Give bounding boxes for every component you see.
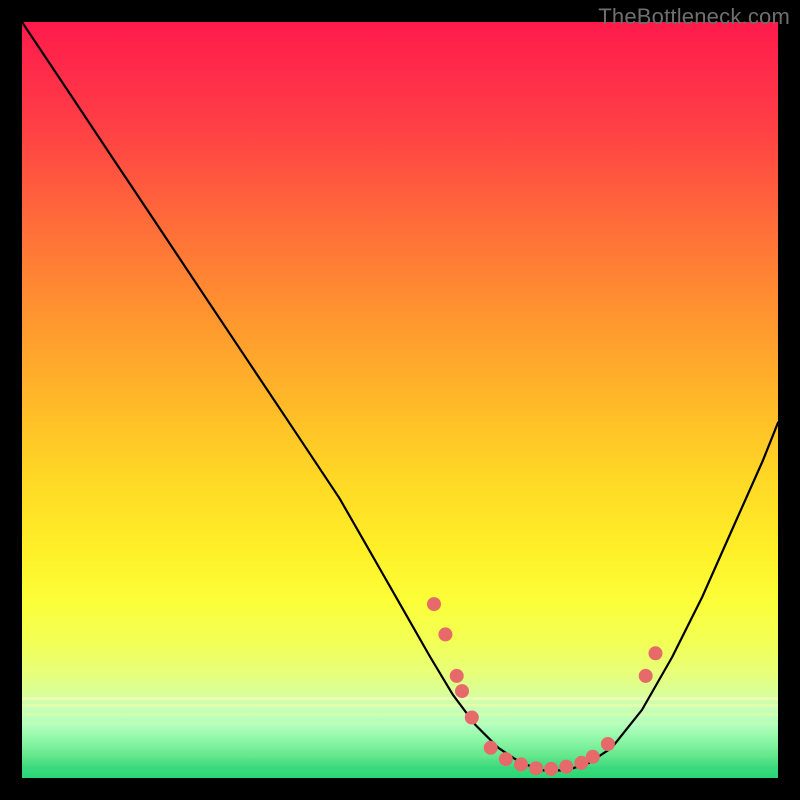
data-point: [455, 684, 469, 698]
data-point: [465, 711, 479, 725]
curve-layer: [22, 22, 778, 778]
data-point: [427, 597, 441, 611]
data-point: [450, 669, 464, 683]
data-point: [499, 752, 513, 766]
data-point: [514, 757, 528, 771]
data-point: [649, 646, 663, 660]
chart-stage: TheBottleneck.com: [0, 0, 800, 800]
data-point: [601, 737, 615, 751]
data-point: [484, 741, 498, 755]
data-point: [639, 669, 653, 683]
data-point: [529, 761, 543, 775]
watermark-text: TheBottleneck.com: [598, 4, 790, 30]
bottleneck-curve: [22, 22, 778, 770]
data-point: [586, 750, 600, 764]
data-point: [544, 762, 558, 776]
data-points: [427, 597, 663, 776]
data-point: [559, 760, 573, 774]
plot-area: [22, 22, 778, 778]
data-point: [438, 627, 452, 641]
